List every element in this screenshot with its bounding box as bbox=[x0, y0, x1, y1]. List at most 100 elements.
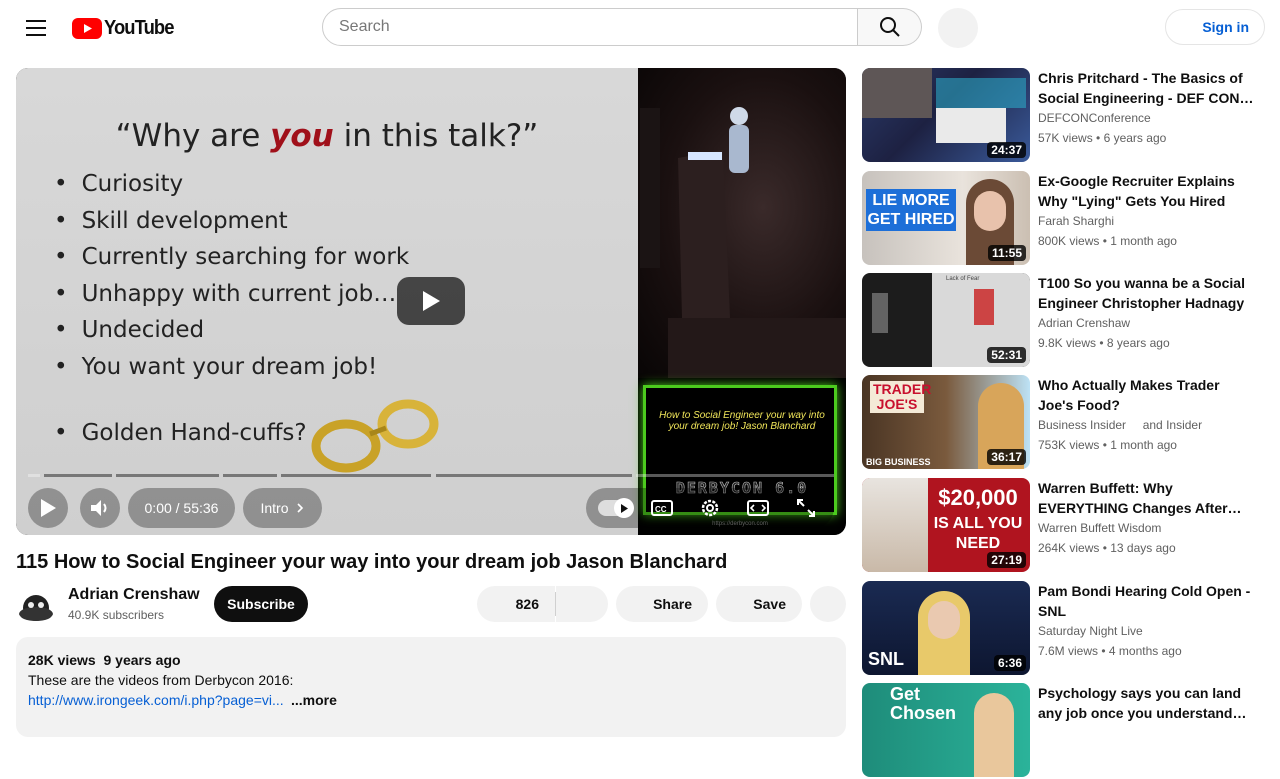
thumb-slide-text: Lack of Fear bbox=[946, 276, 980, 282]
settings-button[interactable] bbox=[686, 488, 734, 528]
youtube-logo[interactable]: YouTube bbox=[72, 17, 180, 40]
slide-title: “Why are you in this talk?” bbox=[16, 118, 638, 154]
channel-name[interactable]: Business Insider and Insider bbox=[1038, 418, 1202, 432]
channel-name[interactable]: Saturday Night Live bbox=[1038, 624, 1143, 638]
video-thumbnail[interactable]: TRADER JOE'S BIG BUSINESS 36:17 bbox=[862, 375, 1030, 469]
subscribe-label: Subscribe bbox=[227, 596, 295, 612]
channel-name[interactable]: Adrian Crenshaw bbox=[68, 586, 200, 604]
subscriber-count: 40.9K subscribers bbox=[68, 608, 165, 622]
video-title[interactable]: Psychology says you can land any job onc… bbox=[1038, 683, 1258, 723]
view-count: 28K views bbox=[28, 652, 96, 668]
video-player[interactable]: “Why are you in this talk?” Curiosity Sk… bbox=[16, 68, 846, 535]
like-button[interactable]: 826 bbox=[477, 586, 555, 622]
video-duration: 36:17 bbox=[987, 449, 1026, 465]
show-more-button[interactable]: ...more bbox=[291, 692, 337, 708]
video-thumbnail[interactable]: $20,000 IS ALL YOU NEED 27:19 bbox=[862, 478, 1030, 572]
channel-name[interactable]: Warren Buffett Wisdom bbox=[1038, 521, 1161, 535]
card-text: How to Social Engineer your way into you… bbox=[659, 410, 825, 432]
chapter-segment[interactable] bbox=[223, 474, 277, 477]
large-play-button[interactable] bbox=[397, 277, 465, 325]
upload-age: 8 years ago bbox=[1106, 336, 1170, 350]
video-title[interactable]: Warren Buffett: Why EVERYTHING Changes A… bbox=[1038, 478, 1258, 518]
upload-age: 6 years ago bbox=[1103, 131, 1167, 145]
youtube-play-logo-icon bbox=[72, 18, 102, 39]
video-thumbnail[interactable]: 24:37 bbox=[862, 68, 1030, 162]
video-thumbnail[interactable]: Lack of Fear 52:31 bbox=[862, 273, 1030, 367]
thumb-amount-text: $20,000 bbox=[938, 485, 1018, 510]
search-button[interactable] bbox=[858, 8, 922, 46]
recommended-video[interactable]: SNL 6:36 Pam Bondi Hearing Cold Open - S… bbox=[862, 581, 1272, 677]
progress-bar[interactable] bbox=[28, 474, 834, 477]
autoplay-toggle[interactable] bbox=[598, 498, 634, 518]
voice-search-button[interactable] bbox=[938, 8, 978, 48]
gear-icon bbox=[701, 499, 719, 517]
channel-name[interactable]: Adrian Crenshaw bbox=[1038, 316, 1130, 330]
video-title[interactable]: Ex-Google Recruiter Explains Why "Lying"… bbox=[1038, 171, 1258, 211]
slide-title-emphasis: you bbox=[270, 118, 334, 154]
chapter-segment[interactable] bbox=[28, 474, 40, 477]
captions-button[interactable]: CC bbox=[638, 488, 686, 528]
video-thumbnail[interactable]: SNL 6:36 bbox=[862, 581, 1030, 675]
channel-avatar[interactable] bbox=[16, 584, 56, 624]
theater-mode-button[interactable] bbox=[734, 488, 782, 528]
more-actions-button[interactable] bbox=[810, 586, 846, 622]
fullscreen-button[interactable] bbox=[782, 488, 830, 528]
view-count: 57K views bbox=[1038, 131, 1093, 145]
fullscreen-icon bbox=[797, 499, 815, 517]
video-duration: 6:36 bbox=[993, 655, 1026, 671]
description-box[interactable]: 28K views 9 years ago These are the vide… bbox=[16, 637, 846, 737]
subscribe-button[interactable]: Subscribe bbox=[214, 586, 308, 622]
autoplay-play-icon bbox=[621, 503, 628, 513]
recommended-video[interactable]: Get Chosen Psychology says you can land … bbox=[862, 683, 1272, 779]
chevron-right-icon bbox=[296, 503, 303, 513]
thumb-art-panel bbox=[936, 78, 1026, 108]
mute-button[interactable] bbox=[80, 488, 120, 528]
chapter-segment[interactable] bbox=[44, 474, 112, 477]
channel-name[interactable]: DEFCONConference bbox=[1038, 111, 1151, 125]
chapter-segment[interactable] bbox=[281, 474, 431, 477]
video-duration: 27:19 bbox=[987, 552, 1026, 568]
svg-text:CC: CC bbox=[655, 505, 667, 514]
channel-name[interactable]: Farah Sharghi bbox=[1038, 214, 1114, 228]
recommended-video[interactable]: TRADER JOE'S BIG BUSINESS 36:17 Who Actu… bbox=[862, 375, 1272, 471]
description-text: These are the videos from Derbycon 2016: bbox=[28, 672, 294, 688]
slide-last-bullet: Golden Hand-cuffs? bbox=[54, 420, 307, 446]
video-thumbnail[interactable]: Get Chosen bbox=[862, 683, 1030, 777]
slide-bullet: Skill development bbox=[54, 203, 409, 240]
video-title[interactable]: Who Actually Makes Trader Joe's Food? bbox=[1038, 375, 1258, 415]
share-button[interactable]: Share bbox=[616, 586, 708, 622]
chapter-segment[interactable] bbox=[116, 474, 219, 477]
video-title: 115 How to Social Engineer your way into… bbox=[16, 551, 728, 573]
chapter-button[interactable]: Intro bbox=[243, 488, 322, 528]
thumb-speaker-panel bbox=[862, 68, 932, 118]
video-duration: 52:31 bbox=[987, 347, 1026, 363]
sign-in-button[interactable]: Sign in bbox=[1165, 9, 1265, 45]
thumb-overlay-text: LIE MORE GET HIRED bbox=[866, 189, 956, 231]
time-text: 0:00 / 55:36 bbox=[144, 500, 219, 516]
search-box bbox=[322, 8, 858, 46]
share-label: Share bbox=[653, 596, 692, 612]
chapter-segment[interactable] bbox=[436, 474, 632, 477]
recommended-video[interactable]: 24:37 Chris Pritchard - The Basics of So… bbox=[862, 68, 1272, 164]
dislike-button[interactable] bbox=[556, 586, 608, 622]
video-title[interactable]: Pam Bondi Hearing Cold Open - SNL bbox=[1038, 581, 1258, 621]
recommended-video[interactable]: Lack of Fear 52:31 T100 So you wanna be … bbox=[862, 273, 1272, 369]
chapter-segment[interactable] bbox=[636, 474, 834, 477]
time-display: 0:00 / 55:36 bbox=[128, 488, 235, 528]
video-title[interactable]: Chris Pritchard - The Basics of Social E… bbox=[1038, 68, 1258, 108]
play-button[interactable] bbox=[28, 488, 68, 528]
view-count: 753K views bbox=[1038, 438, 1100, 452]
save-button[interactable]: Save bbox=[716, 586, 802, 622]
upload-age: 4 months ago bbox=[1108, 644, 1182, 658]
description-link[interactable]: http://www.irongeek.com/i.php?page=vi... bbox=[28, 692, 284, 708]
recommended-video[interactable]: $20,000 IS ALL YOU NEED 27:19 Warren Buf… bbox=[862, 478, 1272, 574]
video-thumbnail[interactable]: LIE MORE GET HIRED 11:55 bbox=[862, 171, 1030, 265]
recommended-video[interactable]: LIE MORE GET HIRED 11:55 Ex-Google Recru… bbox=[862, 171, 1272, 267]
video-title[interactable]: T100 So you wanna be a Social Engineer C… bbox=[1038, 273, 1258, 313]
upload-age: 13 days ago bbox=[1110, 541, 1176, 555]
video-meta: 7.6M views • 4 months ago bbox=[1038, 644, 1182, 658]
guide-menu-button[interactable] bbox=[16, 8, 56, 48]
search-input[interactable] bbox=[323, 9, 823, 45]
thumb-face bbox=[928, 601, 960, 639]
thumb-stage-figure bbox=[872, 293, 888, 333]
